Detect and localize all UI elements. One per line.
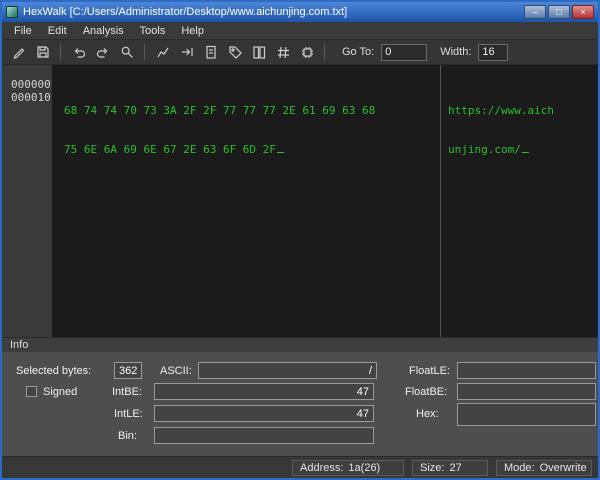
search-icon[interactable] (116, 42, 137, 62)
floatle-label: FloatLE: (409, 365, 450, 377)
status-address-value: 1a(26) (348, 462, 380, 474)
ascii-row: https://www.aich (448, 104, 554, 117)
intle-label: IntLE: (114, 408, 143, 420)
ascii-row: unjing.com/ (448, 143, 554, 156)
status-mode-value: Overwrite (540, 462, 587, 474)
maximize-button[interactable]: □ (548, 5, 570, 19)
menu-edit[interactable]: Edit (40, 23, 75, 39)
address-cell: 000000 (11, 78, 52, 91)
ascii-field[interactable] (198, 362, 377, 379)
menu-analysis[interactable]: Analysis (75, 23, 132, 39)
status-mode-label: Mode: (504, 462, 535, 474)
close-button[interactable]: × (572, 5, 594, 19)
hex-row: 68 74 74 70 73 3A 2F 2F 77 77 77 2E 61 6… (64, 104, 375, 117)
status-address-label: Address: (300, 462, 343, 474)
hex-value-field[interactable] (457, 403, 596, 426)
menubar: File Edit Analysis Tools Help (2, 22, 598, 40)
hex-ascii-divider (440, 65, 441, 337)
toolbar-separator (60, 44, 61, 60)
window-controls: – □ × (524, 5, 594, 19)
app-window: HexWalk [C:/Users/Administrator/Desktop/… (0, 0, 600, 480)
toolbar-separator (324, 44, 325, 60)
address-gutter: 000000 000010 (2, 65, 52, 337)
floatbe-label: FloatBE: (405, 386, 447, 398)
status-size: Size: 27 (412, 460, 488, 476)
menu-help[interactable]: Help (173, 23, 212, 39)
diff-icon[interactable] (248, 42, 269, 62)
status-size-label: Size: (420, 462, 444, 474)
goto-label: Go To: (342, 46, 374, 58)
width-label: Width: (440, 46, 471, 58)
width-input[interactable] (478, 44, 508, 61)
bin-label: Bin: (118, 430, 137, 442)
intle-field[interactable] (154, 405, 374, 422)
selected-bytes-label: Selected bytes: (16, 365, 91, 377)
redo-icon[interactable] (92, 42, 113, 62)
edit-icon[interactable] (8, 42, 29, 62)
signed-checkbox[interactable] (26, 386, 37, 397)
minimize-button[interactable]: – (524, 5, 546, 19)
tags-icon[interactable] (224, 42, 245, 62)
cpu-icon[interactable] (296, 42, 317, 62)
info-panel-title: Info (2, 337, 598, 352)
menu-tools[interactable]: Tools (132, 23, 174, 39)
signed-label: Signed (43, 386, 77, 398)
hex-cursor (277, 143, 284, 153)
floatbe-field[interactable] (457, 383, 596, 400)
save-icon[interactable] (32, 42, 53, 62)
hex-editor: 000000 000010 68 74 74 70 73 3A 2F 2F 77… (2, 65, 598, 337)
strings-icon[interactable] (200, 42, 221, 62)
status-mode: Mode: Overwrite (496, 460, 592, 476)
ascii-cursor (522, 143, 529, 153)
checksum-icon[interactable] (272, 42, 293, 62)
window-title: HexWalk [C:/Users/Administrator/Desktop/… (23, 6, 519, 18)
menu-file[interactable]: File (6, 23, 40, 39)
floatle-field[interactable] (457, 362, 596, 379)
hex-value-label: Hex: (416, 408, 439, 420)
selected-bytes-field[interactable] (114, 362, 142, 379)
bin-field[interactable] (154, 427, 374, 444)
goto-icon[interactable] (176, 42, 197, 62)
statusbar: Address: 1a(26) Size: 27 Mode: Overwrite (2, 456, 598, 478)
hex-row: 75 6E 6A 69 6E 67 2E 63 6F 6D 2F (64, 143, 375, 156)
titlebar[interactable]: HexWalk [C:/Users/Administrator/Desktop/… (2, 2, 598, 22)
toolbar: Go To: Width: (2, 40, 598, 65)
toolbar-separator (144, 44, 145, 60)
ascii-label: ASCII: (160, 365, 192, 377)
goto-input[interactable] (381, 44, 427, 61)
status-size-value: 27 (449, 462, 461, 474)
status-address: Address: 1a(26) (292, 460, 404, 476)
chart-icon[interactable] (152, 42, 173, 62)
ascii-column[interactable]: https://www.aich unjing.com/ (448, 78, 554, 182)
app-icon (6, 6, 18, 18)
address-cell: 000010 (11, 91, 52, 104)
intbe-label: IntBE: (112, 386, 142, 398)
undo-icon[interactable] (68, 42, 89, 62)
info-panel: Selected bytes: ASCII: FloatLE: Signed I… (2, 352, 598, 456)
hex-column[interactable]: 68 74 74 70 73 3A 2F 2F 77 77 77 2E 61 6… (52, 65, 375, 337)
intbe-field[interactable] (154, 383, 374, 400)
